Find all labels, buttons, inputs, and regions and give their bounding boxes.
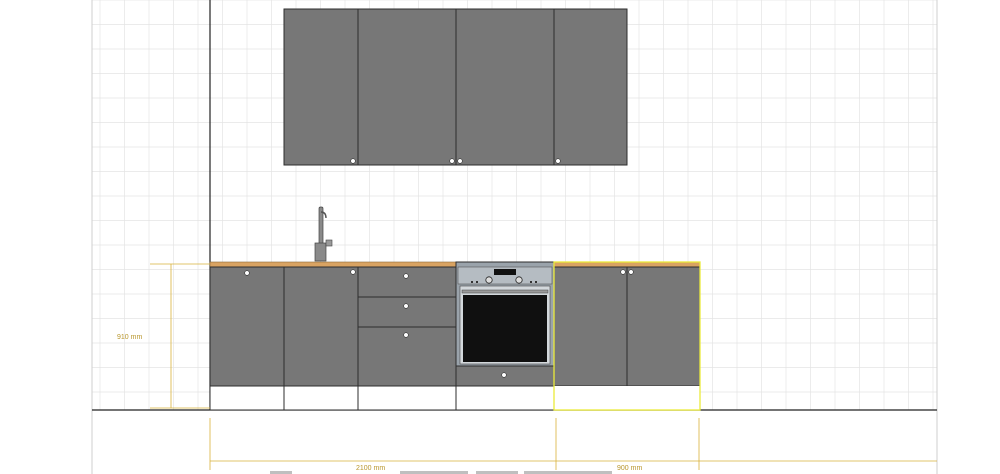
cabinet-handle-icon (403, 303, 409, 309)
wall-cabinet-door-3[interactable] (455, 8, 555, 166)
plinth-3 (357, 385, 457, 411)
base-cabinet-door-5[interactable] (553, 266, 628, 387)
cabinet-handle-icon (628, 269, 634, 275)
base-cabinet-door-2[interactable] (283, 266, 359, 387)
kitchen-faucet-icon[interactable] (314, 206, 333, 262)
wall-cabinet-door-4[interactable] (553, 8, 628, 166)
oven-handle (461, 289, 549, 294)
cabinet-handle-icon (449, 158, 455, 164)
oven-window (463, 295, 547, 362)
countertop[interactable] (209, 261, 701, 268)
height-dimension-label: 910 mm (117, 334, 142, 341)
right-margin (937, 0, 1000, 474)
drawer-top[interactable] (357, 266, 457, 298)
cabinet-handle-icon (620, 269, 626, 275)
wall-cabinet-door-1[interactable] (283, 8, 359, 166)
oven-knob-icon[interactable] (485, 276, 493, 284)
left-margin (0, 0, 92, 474)
oven-button (476, 281, 478, 283)
cabinet-handle-icon (555, 158, 561, 164)
run-width-label: 2100 mm (356, 465, 385, 472)
oven-button (530, 281, 532, 283)
plinth-4 (455, 385, 555, 411)
cabinet-handle-icon (350, 269, 356, 275)
oven-display (494, 269, 516, 275)
kitchen-elevation-canvas[interactable]: 910 mm 2100 mm 900 mm (0, 0, 1000, 474)
cabinet-handle-icon (244, 270, 250, 276)
cabinet-handle-icon (501, 372, 507, 378)
base-cabinet-door-6[interactable] (626, 266, 701, 387)
cabinet-handle-icon (350, 158, 356, 164)
oven-button (471, 281, 473, 283)
width-dimensions: 2100 mm 900 mm (209, 418, 937, 472)
plinth-2 (283, 385, 359, 411)
cabinet-handle-icon (403, 332, 409, 338)
oven-button (535, 281, 537, 283)
wall-cabinet-door-2[interactable] (357, 8, 457, 166)
oven-knob-icon[interactable] (515, 276, 523, 284)
plinth-1 (209, 385, 285, 411)
selected-width-label: 900 mm (617, 465, 642, 472)
wall-cabinets[interactable] (283, 8, 628, 166)
base-cabinets[interactable] (209, 261, 701, 411)
base-cabinet-door-1[interactable] (209, 266, 285, 387)
height-dimension: 910 mm (117, 263, 210, 409)
cabinet-handle-icon (403, 273, 409, 279)
plinth-5 (554, 386, 700, 410)
cabinet-handle-icon (457, 158, 463, 164)
drawer-middle[interactable] (357, 296, 457, 328)
